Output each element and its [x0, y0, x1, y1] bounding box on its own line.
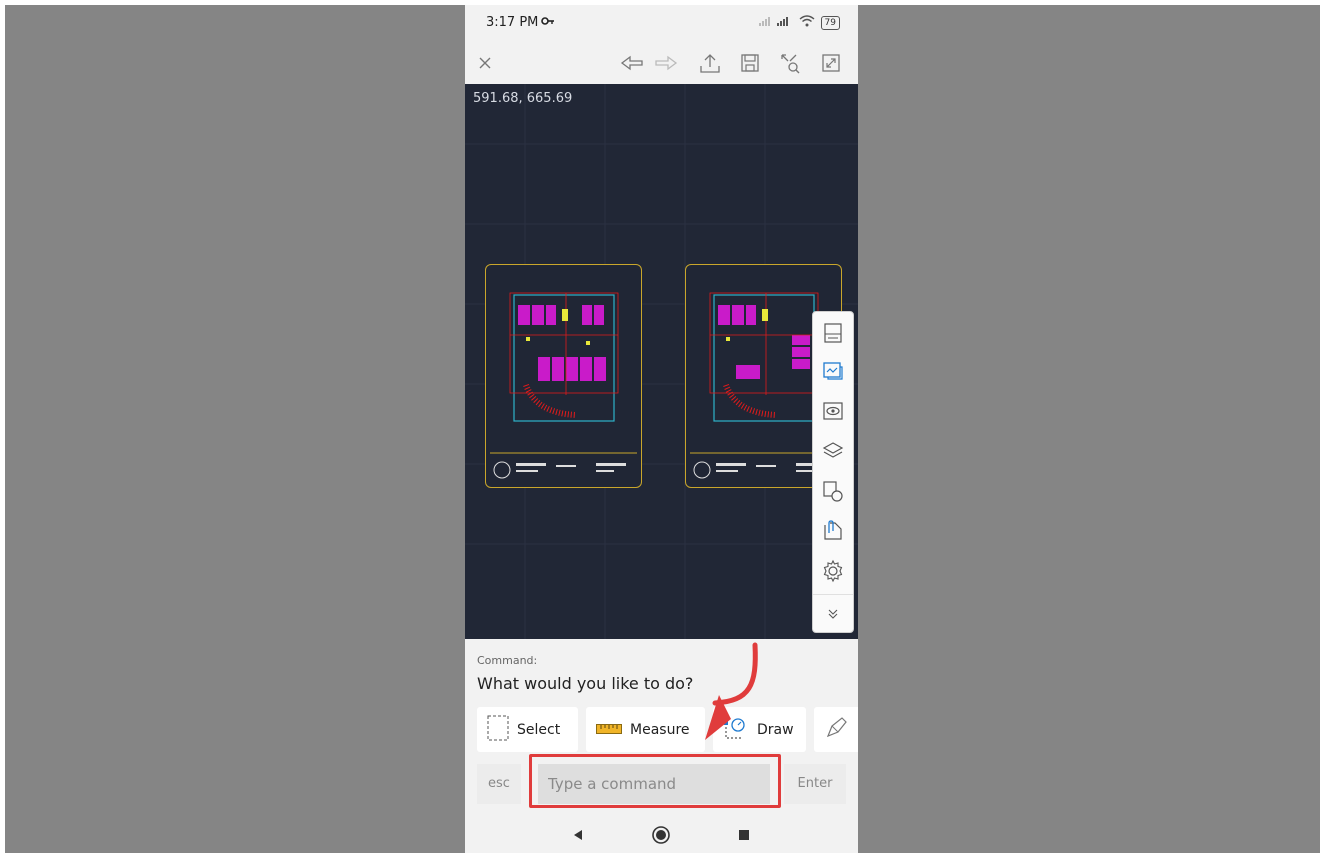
pen-icon — [824, 716, 848, 744]
recents-icon[interactable] — [730, 821, 758, 849]
attach-icon[interactable] — [813, 512, 853, 550]
status-bar: 3:17 PM 79 — [465, 5, 858, 43]
layers-icon[interactable] — [813, 432, 853, 470]
select-label: Select — [517, 721, 561, 738]
phone-screen: 3:17 PM 79 591.68, 665.69 Command: What … — [465, 5, 858, 853]
top-toolbar — [465, 43, 858, 85]
close-icon[interactable] — [471, 49, 499, 77]
command-prompt: What would you like to do? — [477, 674, 694, 693]
status-icons: 79 — [758, 15, 840, 30]
battery-indicator: 79 — [820, 15, 840, 30]
drawing-sheet-1[interactable] — [485, 264, 642, 488]
select-icon — [487, 715, 509, 745]
undo-icon[interactable] — [618, 49, 646, 77]
layout-icon[interactable] — [813, 314, 853, 352]
zoom-extents-icon[interactable] — [776, 49, 804, 77]
visibility-icon[interactable] — [813, 392, 853, 430]
cursor-coordinates: 591.68, 665.69 — [473, 91, 573, 106]
draw-label: Draw — [757, 721, 794, 738]
settings-icon[interactable] — [813, 552, 853, 590]
back-icon[interactable] — [564, 821, 592, 849]
floor-plan-1 — [490, 292, 637, 479]
side-tool-panel — [812, 311, 854, 633]
android-nav-bar — [465, 815, 858, 853]
draw-icon — [723, 715, 749, 745]
status-time: 3:17 PM — [486, 15, 539, 30]
highlight-box — [529, 754, 781, 808]
measure-label: Measure — [630, 721, 690, 738]
esc-button[interactable]: esc — [477, 764, 521, 804]
signal-icon — [758, 15, 793, 30]
share-icon[interactable] — [696, 49, 724, 77]
home-icon[interactable] — [647, 821, 675, 849]
annotate-button[interactable] — [814, 707, 858, 752]
collapse-icon[interactable] — [813, 594, 853, 633]
select-button[interactable]: Select — [477, 707, 578, 752]
shapes-icon[interactable] — [813, 472, 853, 510]
wifi-icon — [799, 15, 815, 30]
drawing-canvas[interactable]: 591.68, 665.69 — [465, 84, 858, 639]
draw-button[interactable]: Draw — [713, 707, 806, 752]
command-area: Command: What would you like to do? Sele… — [465, 639, 858, 819]
redo-icon[interactable] — [652, 49, 680, 77]
ruler-icon — [596, 722, 622, 738]
measure-button[interactable]: Measure — [586, 707, 705, 752]
key-icon — [541, 15, 555, 29]
save-icon[interactable] — [736, 49, 764, 77]
command-label: Command: — [477, 654, 538, 667]
viewport-icon[interactable] — [813, 352, 853, 390]
enter-button[interactable]: Enter — [784, 764, 846, 804]
fullscreen-icon[interactable] — [817, 49, 845, 77]
